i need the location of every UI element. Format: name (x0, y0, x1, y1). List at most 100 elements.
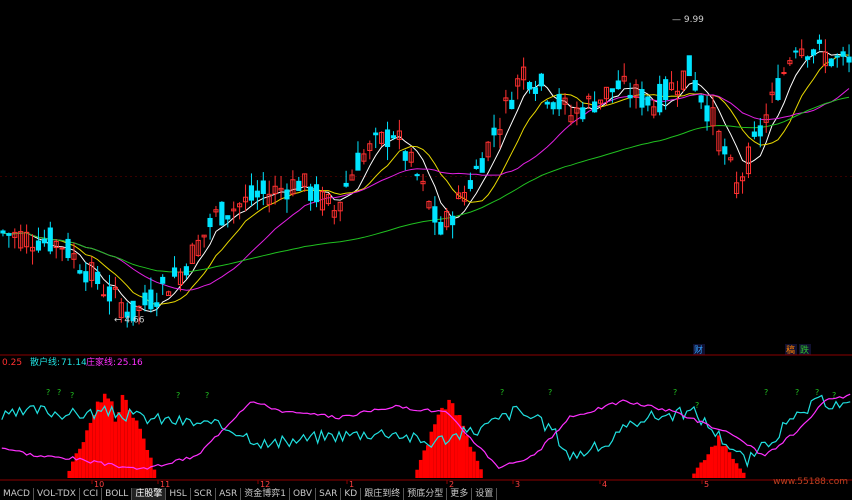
candle-body (781, 72, 787, 75)
tab-item[interactable]: 设置 (472, 488, 498, 500)
spike-bar (145, 449, 150, 478)
spike-bar (426, 445, 430, 478)
tab-item[interactable]: SCR (191, 488, 217, 500)
candle-body (183, 266, 189, 276)
candle-body (296, 180, 302, 192)
tab-item[interactable]: BOLL (102, 488, 133, 500)
indicator-marker: ? (176, 391, 180, 400)
spike-bar (418, 459, 423, 478)
spike-bar (727, 452, 732, 478)
indicator-marker: ? (815, 388, 819, 397)
spike-bar (454, 415, 458, 478)
candle-body (65, 238, 71, 259)
ma20-line (2, 88, 850, 291)
tab-item[interactable]: HSL (166, 488, 191, 500)
spike-bar (124, 399, 128, 478)
candle-body (657, 83, 663, 113)
candle-body (248, 185, 255, 201)
candle-body (509, 99, 515, 110)
tab-item[interactable]: SAR (316, 488, 342, 500)
price-low-label: ← 4.66 (114, 316, 145, 326)
indicator-marker: ? (205, 391, 209, 400)
candle-body (645, 96, 651, 106)
indicator-marker: ? (832, 391, 836, 400)
candle-body (384, 129, 391, 148)
spike-bar (692, 473, 696, 478)
spike-bar (695, 467, 700, 478)
indicator-marker: ? (57, 388, 61, 397)
spike-bar (99, 402, 103, 478)
candle-body (207, 217, 213, 228)
candle-body (757, 125, 763, 137)
candle-body (550, 102, 556, 110)
candle-body (532, 87, 539, 94)
candle-body (704, 105, 710, 122)
tab-item[interactable]: 更多 (447, 488, 473, 500)
candle-body (402, 151, 408, 161)
spike-bar (85, 430, 89, 478)
spike-bar (433, 424, 437, 478)
spike-bar (106, 398, 111, 478)
candle-body (41, 238, 47, 244)
candle-body (83, 271, 89, 283)
event-badge: 跌 (800, 345, 809, 356)
spike-bar (706, 454, 710, 478)
tab-item[interactable]: 庄股擎 (132, 488, 167, 500)
stock-chart: — 9.99 ← 4.66 财 稿跌 ????????????? 0.25 散户线: … (0, 15, 852, 489)
candle-body (692, 80, 698, 91)
spike-bar (472, 451, 476, 478)
candle-body (59, 247, 65, 250)
tab-item[interactable]: 跟庄到终 (361, 488, 405, 500)
spike-bar (131, 417, 135, 478)
candle-body (260, 180, 266, 194)
indicator-panel[interactable]: ????????????? (1, 388, 851, 478)
candle-body (77, 270, 83, 274)
indicator-tab-bar: MACD VOL-TDX CCI BOLL 庄股擎 HSL SCR ASR 资金博弈1 OBV SA… (0, 488, 852, 500)
candle-body (810, 49, 817, 56)
indicator-marker: ? (673, 388, 677, 397)
candle-body (556, 94, 562, 110)
spike-bar (429, 431, 434, 478)
tab-item[interactable]: KD (341, 488, 362, 500)
spike-bar (92, 414, 96, 478)
candle-body (225, 215, 231, 220)
spike-bar (142, 438, 146, 478)
candle-body (627, 94, 633, 99)
candle-body (698, 95, 704, 103)
candle-body (438, 221, 444, 235)
candle-body (722, 146, 728, 155)
tab-item[interactable]: MACD (0, 488, 34, 500)
spike-bar (152, 469, 157, 478)
spike-bar (710, 446, 714, 478)
candle-body (313, 184, 320, 203)
candle-body (284, 189, 290, 200)
tab-item[interactable]: 预底分型 (404, 488, 448, 500)
candle-body (0, 230, 6, 234)
candle-body (142, 292, 148, 306)
candle-body (479, 158, 485, 173)
candle-body (35, 240, 42, 251)
spike-bar (110, 401, 114, 478)
tab-item[interactable]: CCI (80, 488, 103, 500)
candle-body (805, 56, 811, 60)
spike-bar (699, 462, 703, 478)
candle-body (793, 50, 799, 53)
candle-body (592, 101, 598, 113)
spike-bar (465, 435, 469, 478)
indicator-value-0: 0.25 (2, 358, 22, 368)
indicator-marker: ? (500, 388, 504, 397)
candle-body (473, 165, 479, 169)
spike-bar (479, 469, 483, 478)
tab-item[interactable]: ASR (216, 488, 242, 500)
candle-body (95, 271, 101, 285)
price-panel[interactable]: — 9.99 ← 4.66 财 稿跌 (0, 15, 852, 356)
tab-item[interactable]: VOL-TDX (34, 488, 80, 500)
tab-item[interactable]: 资金博弈1 (241, 488, 290, 500)
event-badge: 财 (694, 344, 703, 356)
tab-item[interactable]: OBV (290, 488, 317, 500)
candle-body (47, 227, 53, 252)
candle-body (308, 186, 314, 201)
candle-body (840, 51, 846, 57)
spike-bar (738, 468, 742, 478)
candle-body (148, 289, 154, 310)
